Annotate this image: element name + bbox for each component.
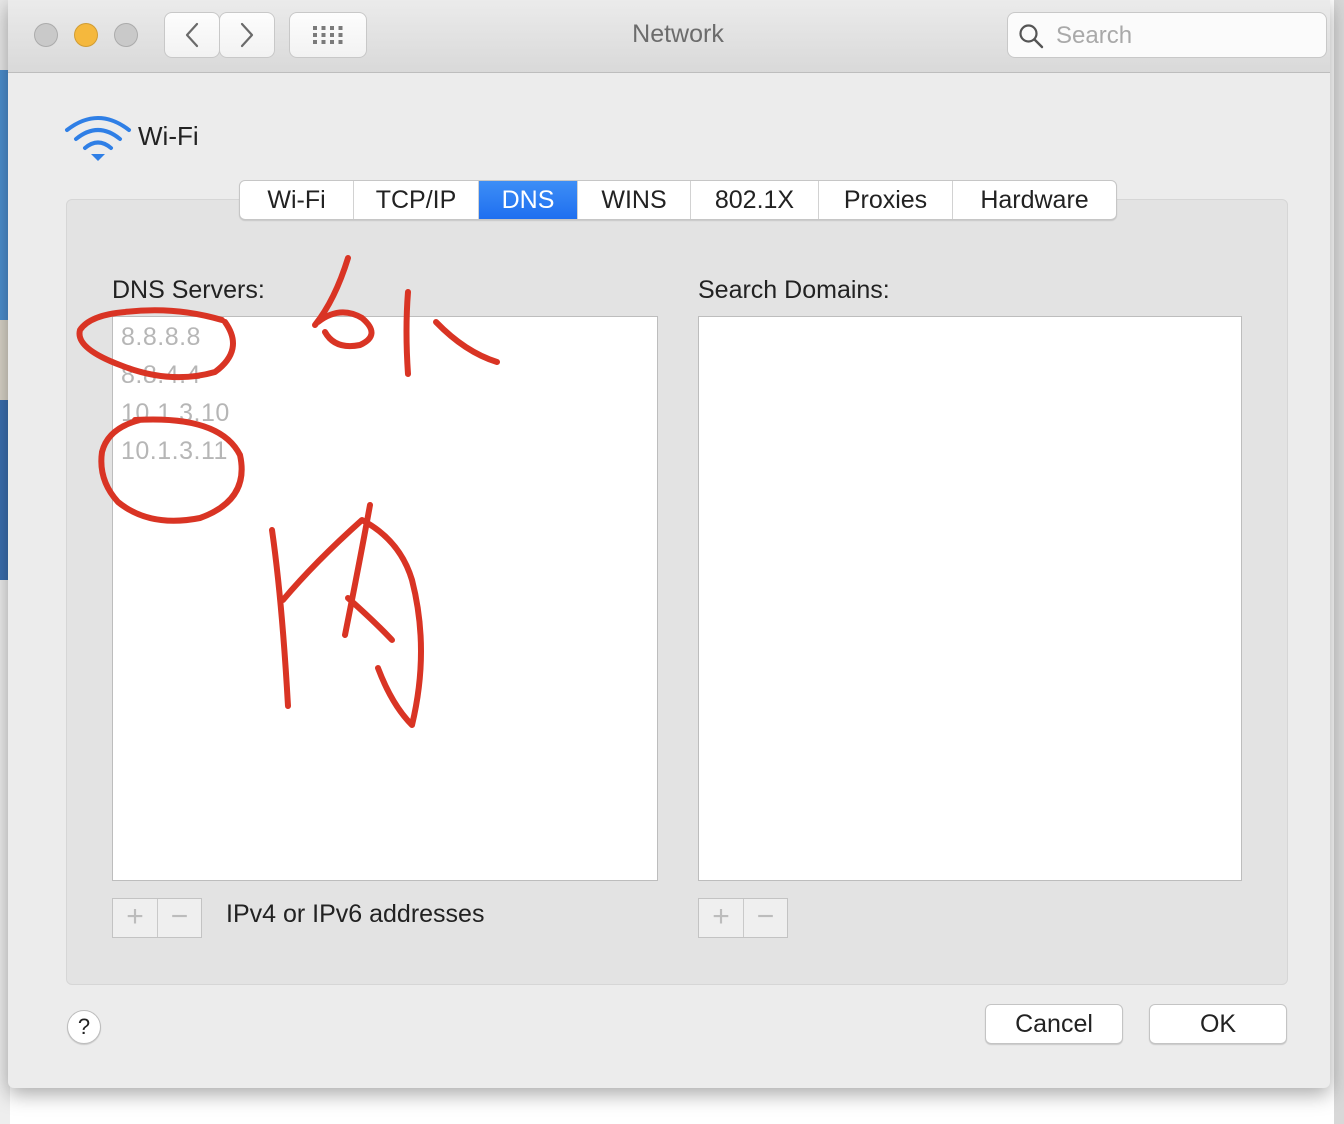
add-dns-server-button[interactable]: + — [113, 899, 157, 937]
dns-server-entry[interactable]: 10.1.3.10 — [121, 399, 230, 428]
interface-name: Wi-Fi — [138, 121, 199, 151]
cancel-button[interactable]: Cancel — [985, 1004, 1123, 1044]
dns-servers-label: DNS Servers: — [112, 276, 265, 304]
tab-wifi[interactable]: Wi-Fi — [240, 181, 354, 219]
help-button[interactable]: ? — [67, 1010, 101, 1044]
remove-dns-server-button[interactable]: − — [157, 899, 201, 937]
search-domains-add-remove: + − — [698, 898, 788, 938]
tab-wins[interactable]: WINS — [578, 181, 691, 219]
search-input[interactable] — [1054, 19, 1318, 53]
search-domains-label: Search Domains: — [698, 276, 890, 304]
search-icon — [1019, 24, 1044, 49]
dns-server-entry[interactable]: 10.1.3.11 — [121, 437, 228, 466]
wifi-icon — [65, 116, 131, 161]
title-bar: Network — [8, 0, 1330, 73]
desktop-background-right — [1334, 0, 1344, 1124]
dns-server-entry[interactable]: 8.8.8.8 — [121, 323, 201, 352]
add-search-domain-button[interactable]: + — [699, 899, 743, 937]
tab-8021x[interactable]: 802.1X — [691, 181, 819, 219]
dns-servers-list[interactable]: 8.8.8.8 8.8.4.4 10.1.3.10 10.1.3.11 — [112, 316, 658, 881]
ok-button[interactable]: OK — [1149, 1004, 1287, 1044]
remove-search-domain-button[interactable]: − — [743, 899, 787, 937]
search-field[interactable] — [1007, 12, 1327, 58]
settings-tab-bar: Wi-Fi TCP/IP DNS WINS 802.1X Proxies Har… — [239, 180, 1117, 220]
search-domains-list[interactable] — [698, 316, 1242, 881]
dns-servers-add-remove: + − — [112, 898, 202, 938]
tab-proxies[interactable]: Proxies — [819, 181, 953, 219]
dns-address-hint: IPv4 or IPv6 addresses — [226, 900, 485, 928]
tab-dns[interactable]: DNS — [479, 181, 578, 219]
tab-hardware[interactable]: Hardware — [953, 181, 1116, 219]
tab-tcpip[interactable]: TCP/IP — [354, 181, 479, 219]
dns-server-entry[interactable]: 8.8.4.4 — [121, 361, 201, 390]
